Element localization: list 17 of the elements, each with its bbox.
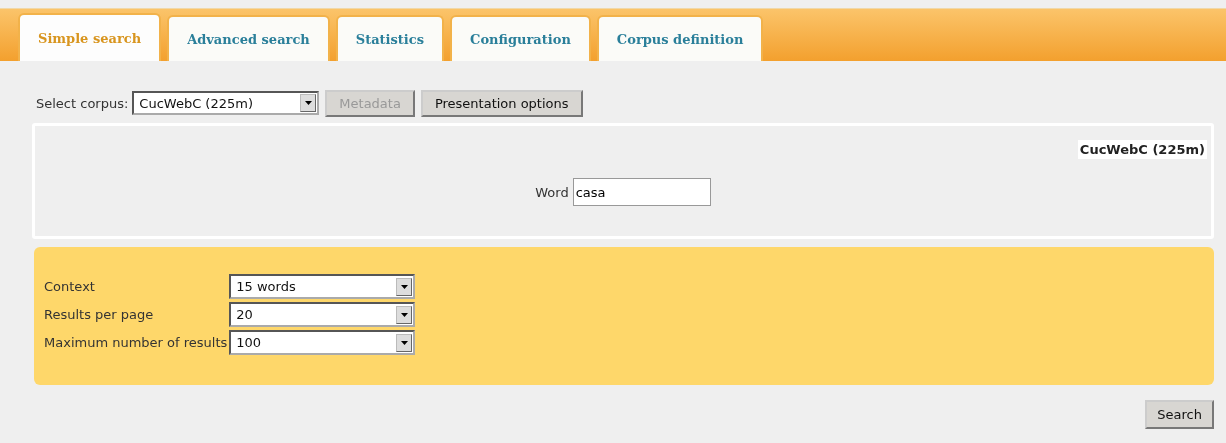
option-dropdown[interactable]: 20 — [229, 302, 416, 327]
tab[interactable]: Advanced search — [167, 15, 330, 61]
search-button[interactable]: Search — [1145, 400, 1214, 429]
option-dropdown[interactable]: 15 words — [229, 274, 416, 299]
option-label: Maximum number of results — [44, 335, 228, 350]
select-corpus-label: Select corpus: — [36, 95, 129, 111]
tab[interactable]: Statistics — [335, 15, 445, 61]
toolbar-button[interactable]: Presentation options — [420, 89, 583, 117]
word-input-field[interactable]: casa — [572, 178, 711, 206]
tab[interactable]: Configuration — [450, 15, 591, 61]
option-label: Results per page — [44, 307, 155, 322]
option-dropdown[interactable]: 100 — [229, 330, 416, 355]
word-label: Word — [535, 184, 569, 200]
corpus-dropdown[interactable]: CucWebC (225m) — [132, 91, 320, 115]
tab[interactable]: Corpus definition — [596, 15, 764, 61]
corpus-title: CucWebC (225m) — [1077, 140, 1207, 159]
option-label: Context — [44, 279, 96, 294]
